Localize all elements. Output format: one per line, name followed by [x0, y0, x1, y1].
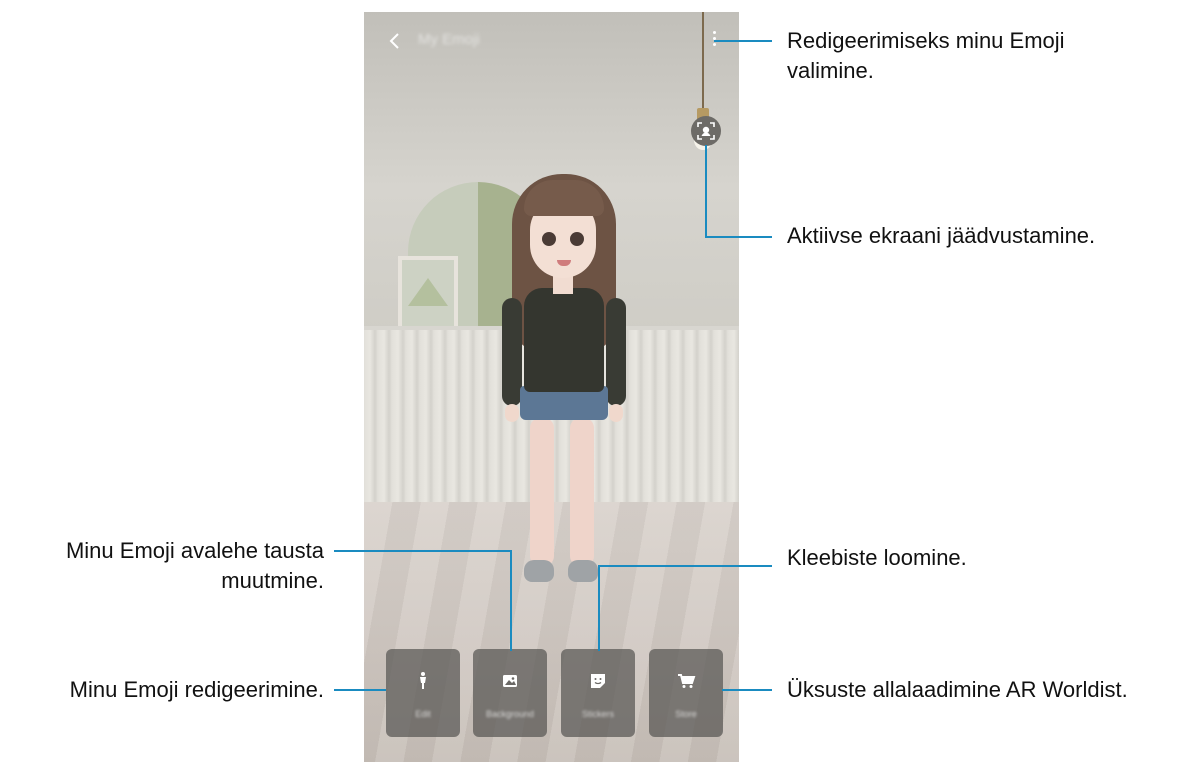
page-title: My Emoji: [418, 31, 480, 48]
store-button[interactable]: Store: [649, 649, 723, 737]
callout-line-stickers: [598, 565, 600, 651]
callout-background: Minu Emoji avalehe tausta muutmine.: [65, 538, 324, 593]
callout-line-background: [510, 550, 512, 651]
person-icon: [420, 672, 426, 689]
back-chevron-icon[interactable]: [384, 30, 406, 52]
cart-icon: [678, 674, 696, 688]
callout-edit: Minu Emoji redigeerimine.: [69, 677, 324, 702]
callout-line-capture: [705, 145, 707, 238]
callout-line-stickers-h: [598, 565, 772, 567]
top-app-bar: My Emoji: [364, 12, 739, 68]
stickers-button[interactable]: Stickers: [561, 649, 635, 737]
background-label: Background: [485, 709, 535, 719]
stickers-label: Stickers: [581, 709, 614, 719]
sticker-icon: [591, 674, 605, 688]
phone-screen: My Emoji Edit Background Stickers Store: [364, 12, 739, 762]
callout-line-more: [714, 40, 772, 42]
background-button[interactable]: Background: [473, 649, 547, 737]
edit-button[interactable]: Edit: [386, 649, 460, 737]
callout-more-options: Redigeerimiseks minu Emoji valimine.: [787, 28, 1065, 83]
callout-line-capture-h: [705, 236, 772, 238]
callout-line-store: [722, 689, 772, 691]
image-icon: [503, 675, 517, 687]
callout-capture: Aktiivse ekraani jäädvustamine.: [787, 223, 1096, 248]
callout-line-background-h: [334, 550, 512, 552]
face-capture-icon[interactable]: [691, 116, 721, 146]
edit-label: Edit: [415, 709, 431, 719]
callout-line-edit: [334, 689, 386, 691]
store-label: Store: [675, 709, 697, 719]
callout-stickers: Kleebiste loomine.: [787, 545, 967, 570]
callout-store: Üksuste allalaadimine AR Worldist.: [787, 677, 1128, 702]
